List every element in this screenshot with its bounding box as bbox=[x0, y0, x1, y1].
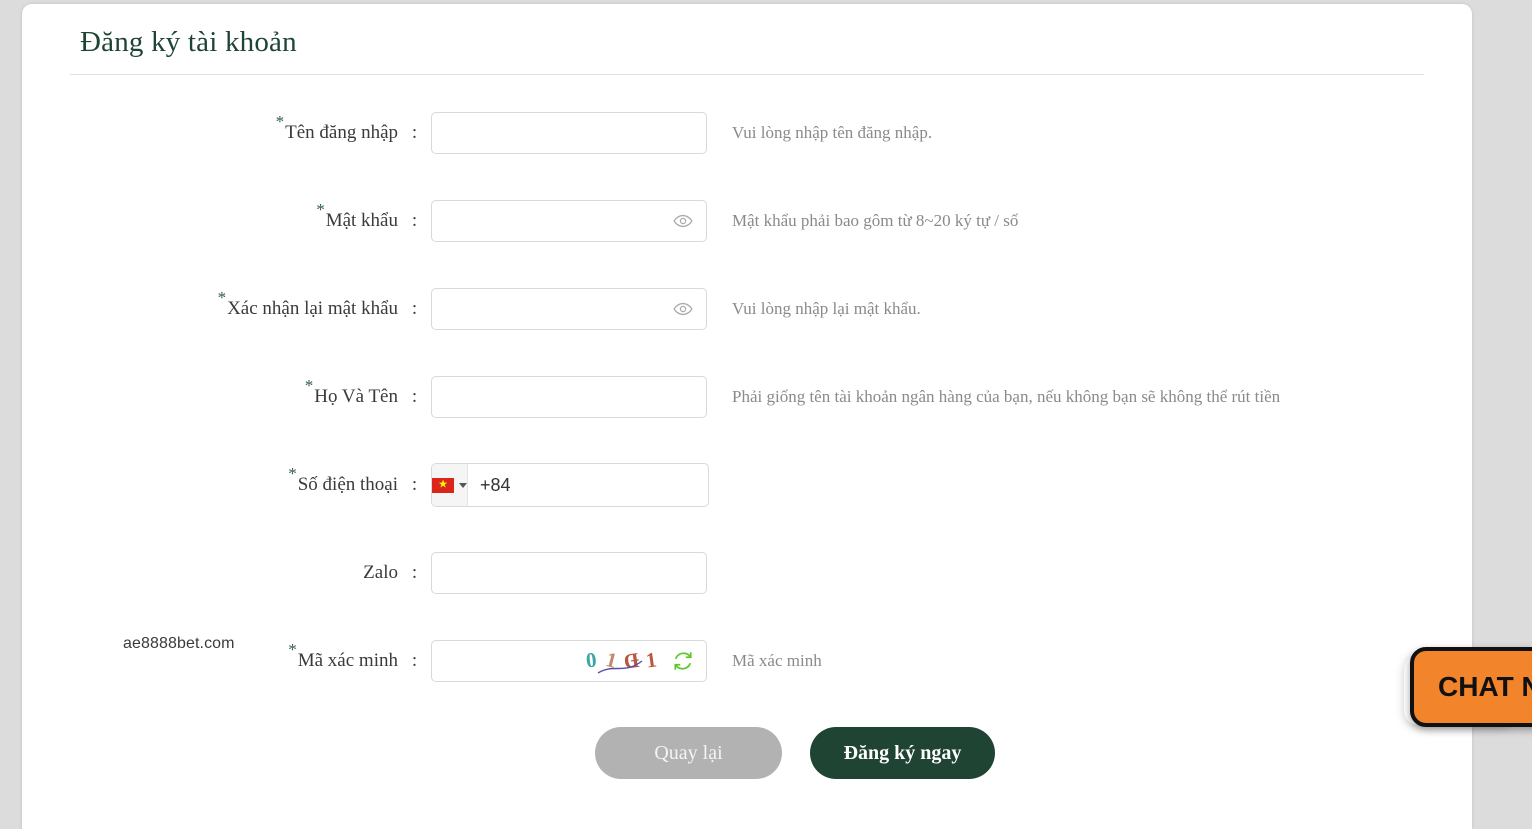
form-row-phone: *Số điện thoại: ★ bbox=[22, 441, 1472, 529]
help-text-fullname: Phải giống tên tài khoản ngân hàng của b… bbox=[732, 387, 1281, 407]
label-colon: : bbox=[411, 562, 418, 584]
label-text: Zalo bbox=[363, 562, 398, 584]
label-confirm-password: *Xác nhận lại mật khẩu bbox=[218, 289, 398, 320]
refresh-captcha-icon[interactable] bbox=[672, 650, 694, 672]
label-cell-fullname: *Họ Và Tên: bbox=[22, 377, 431, 408]
captcha-input[interactable] bbox=[432, 640, 584, 683]
country-selector[interactable]: ★ bbox=[432, 464, 468, 507]
captcha-noise-line bbox=[597, 660, 643, 674]
required-asterisk: * bbox=[288, 639, 297, 659]
field-cell-username bbox=[431, 112, 707, 155]
confirm-password-input[interactable] bbox=[431, 288, 707, 331]
form-row-username: *Tên đăng nhập: Vui lòng nhập tên đăng nh… bbox=[22, 89, 1472, 177]
label-colon: : bbox=[411, 298, 418, 320]
label-password: *Mật khẩu bbox=[316, 201, 398, 232]
label-cell-phone: *Số điện thoại: bbox=[22, 465, 431, 496]
label-text: Số điện thoại bbox=[297, 474, 398, 496]
label-text: Họ Và Tên bbox=[314, 386, 398, 408]
field-cell-fullname bbox=[431, 376, 707, 419]
page-title: Đăng ký tài khoản bbox=[80, 26, 297, 58]
form-actions: Quay lại Đăng ký ngay bbox=[22, 727, 1472, 780]
required-asterisk: * bbox=[217, 287, 227, 307]
phone-number-input[interactable] bbox=[468, 464, 708, 507]
password-input[interactable] bbox=[431, 200, 707, 243]
label-phone: *Số điện thoại bbox=[288, 465, 398, 496]
label-colon: : bbox=[411, 122, 418, 144]
username-input[interactable] bbox=[431, 112, 707, 155]
required-asterisk: * bbox=[304, 375, 314, 395]
required-asterisk: * bbox=[316, 199, 325, 219]
captcha-image[interactable]: 01Ð1 bbox=[584, 645, 668, 677]
vietnam-flag-icon: ★ bbox=[432, 477, 454, 493]
help-text-captcha: Mã xác minh bbox=[732, 651, 822, 671]
register-button[interactable]: Đăng ký ngay bbox=[810, 727, 995, 780]
help-text-confirm-password: Vui lòng nhập lại mật khẩu. bbox=[732, 299, 921, 319]
registration-form: *Tên đăng nhập: Vui lòng nhập tên đăng nh… bbox=[22, 75, 1472, 705]
form-row-confirm-password: *Xác nhận lại mật khẩu: Vui lòng nhập lại… bbox=[22, 265, 1472, 353]
chat-now-button[interactable]: CHAT N bbox=[1410, 647, 1532, 727]
help-text-password: Mật khẩu phải bao gôm từ 8~20 ký tự / số bbox=[732, 211, 1019, 231]
field-cell-phone: ★ bbox=[431, 463, 709, 508]
form-row-password: *Mật khẩu: Mật khẩu phải bao gôm từ 8~20 … bbox=[22, 177, 1472, 265]
label-text: Mật khẩu bbox=[325, 210, 398, 232]
label-cell-confirm-password: *Xác nhận lại mật khẩu: bbox=[22, 289, 431, 320]
label-colon: : bbox=[411, 650, 418, 672]
label-cell-username: *Tên đăng nhập: bbox=[22, 113, 431, 144]
label-cell-password: *Mật khẩu: bbox=[22, 201, 431, 232]
toggle-password-visibility-icon[interactable] bbox=[673, 211, 693, 231]
help-text-username: Vui lòng nhập tên đăng nhập. bbox=[732, 123, 933, 143]
label-colon: : bbox=[411, 474, 418, 496]
label-fullname: *Họ Và Tên bbox=[305, 377, 398, 408]
label-colon: : bbox=[411, 210, 418, 232]
fullname-input[interactable] bbox=[431, 376, 707, 419]
field-cell-password bbox=[431, 200, 707, 243]
chevron-down-icon[interactable] bbox=[459, 482, 467, 488]
field-cell-zalo bbox=[431, 552, 707, 595]
form-row-fullname: *Họ Và Tên: Phải giống tên tài khoản ngân… bbox=[22, 353, 1472, 441]
back-button[interactable]: Quay lại bbox=[595, 727, 782, 780]
field-cell-captcha: 01Ð1 bbox=[431, 640, 707, 683]
form-row-zalo: Zalo: bbox=[22, 529, 1472, 617]
registration-card: Đăng ký tài khoản *Tên đăng nhập: Vui lòn… bbox=[22, 4, 1472, 829]
required-asterisk: * bbox=[275, 111, 285, 131]
label-text: Tên đăng nhập bbox=[285, 122, 398, 144]
label-captcha: *Mã xác minh bbox=[288, 641, 398, 672]
label-username: *Tên đăng nhập bbox=[276, 113, 398, 144]
label-cell-captcha: *Mã xác minh: bbox=[22, 641, 431, 672]
form-row-captcha: *Mã xác minh:0 1 Ð 1 Mã xác minh bbox=[22, 617, 1472, 705]
flag-star-icon: ★ bbox=[438, 478, 448, 491]
label-text: Xác nhận lại mật khẩu bbox=[227, 298, 398, 320]
label-cell-zalo: Zalo: bbox=[22, 562, 431, 584]
field-cell-confirm-password bbox=[431, 288, 707, 331]
label-text: Mã xác minh bbox=[297, 650, 398, 672]
zalo-input[interactable] bbox=[431, 552, 707, 595]
site-watermark: ae8888bet.com bbox=[123, 635, 235, 652]
required-asterisk: * bbox=[288, 463, 297, 483]
phone-input-group: ★ bbox=[431, 463, 709, 508]
label-colon: : bbox=[411, 386, 418, 408]
toggle-password-visibility-icon[interactable] bbox=[673, 299, 693, 319]
captcha-field: 01Ð1 bbox=[431, 640, 707, 683]
label-zalo: Zalo bbox=[363, 562, 398, 584]
card-header: Đăng ký tài khoản bbox=[70, 4, 1424, 76]
